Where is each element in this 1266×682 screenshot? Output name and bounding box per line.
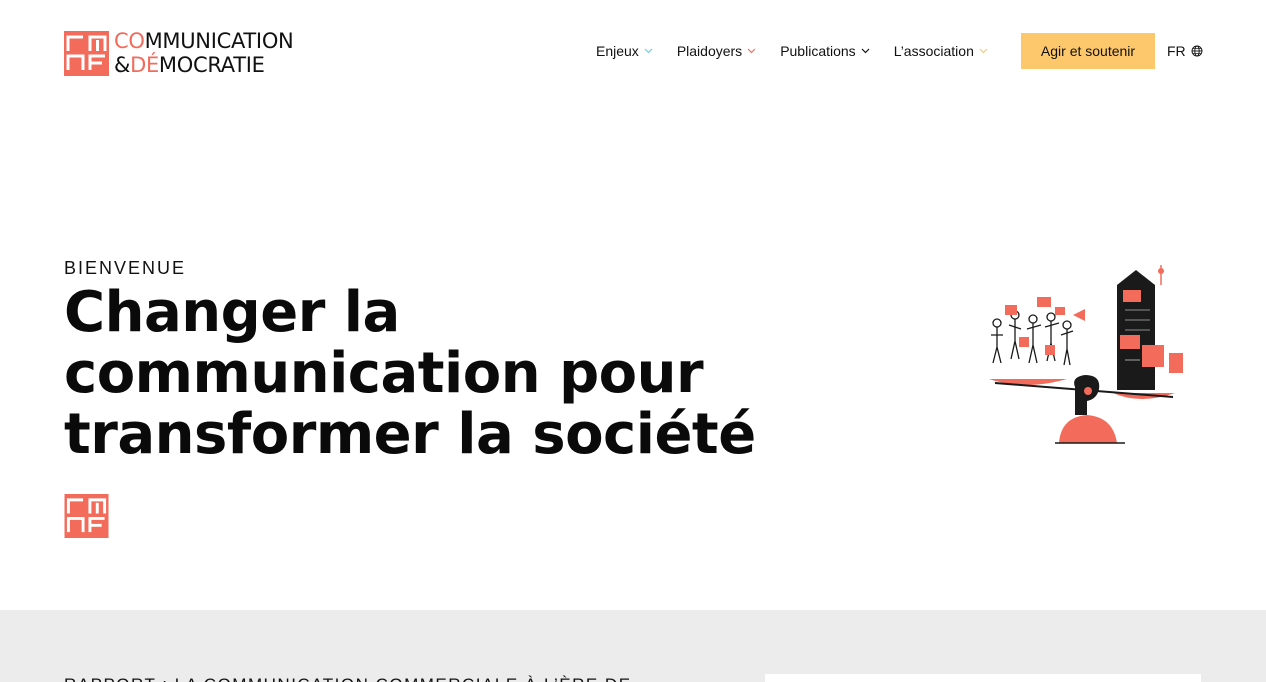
- hero-section: BIENVENUE Changer la communication pour …: [0, 100, 1266, 610]
- nav-item-plaidoyers[interactable]: Plaidoyers: [677, 43, 756, 59]
- report-title: RAPPORT : LA COMMUNICATION COMMERCIALE À…: [64, 675, 684, 682]
- nav-item-label: L’association: [893, 43, 974, 59]
- logo-accent: CO: [114, 29, 145, 53]
- chevron-down-icon: [747, 48, 756, 54]
- nav-item-label: Plaidoyers: [676, 43, 743, 59]
- featured-report-section: RAPPORT : LA COMMUNICATION COMMERCIALE À…: [0, 610, 1266, 682]
- chevron-down-icon: [644, 48, 653, 54]
- hero-title: Changer la communication pour transforme…: [64, 280, 756, 467]
- cd-logo-mark-icon: [64, 494, 109, 538]
- logo-wordmark: COMMUNICATION &DÉMOCRATIE: [114, 29, 294, 77]
- site-header: COMMUNICATION &DÉMOCRATIE Enjeux Plaidoy…: [0, 0, 1266, 100]
- chevron-down-icon: [861, 48, 870, 54]
- language-label: FR: [1167, 43, 1186, 59]
- nav-item-label: Publications: [780, 43, 856, 59]
- site-logo[interactable]: COMMUNICATION &DÉMOCRATIE: [64, 29, 294, 77]
- nav-item-association[interactable]: L’association: [894, 43, 988, 59]
- agir-et-soutenir-button[interactable]: Agir et soutenir: [1021, 33, 1155, 69]
- nav-item-label: Enjeux: [596, 43, 639, 59]
- hero-eyebrow: BIENVENUE: [64, 258, 187, 278]
- logo-ampersand: &: [114, 53, 131, 77]
- logo-text-rest: MOCRATIE: [158, 53, 265, 77]
- main-nav: Enjeux Plaidoyers Publications L’associa…: [596, 33, 1012, 69]
- logo-accent: DÉ: [130, 53, 159, 77]
- globe-icon: [1191, 45, 1203, 57]
- chevron-down-icon: [979, 48, 988, 54]
- scale-illustration-icon: [989, 265, 1183, 444]
- nav-item-enjeux[interactable]: Enjeux: [596, 43, 653, 59]
- report-card[interactable]: [765, 674, 1201, 682]
- nav-item-publications[interactable]: Publications: [780, 43, 870, 59]
- language-switcher[interactable]: FR: [1167, 33, 1203, 69]
- logo-text-rest: MMUNICATION: [144, 29, 294, 53]
- cd-logo-mark-icon: [64, 30, 109, 76]
